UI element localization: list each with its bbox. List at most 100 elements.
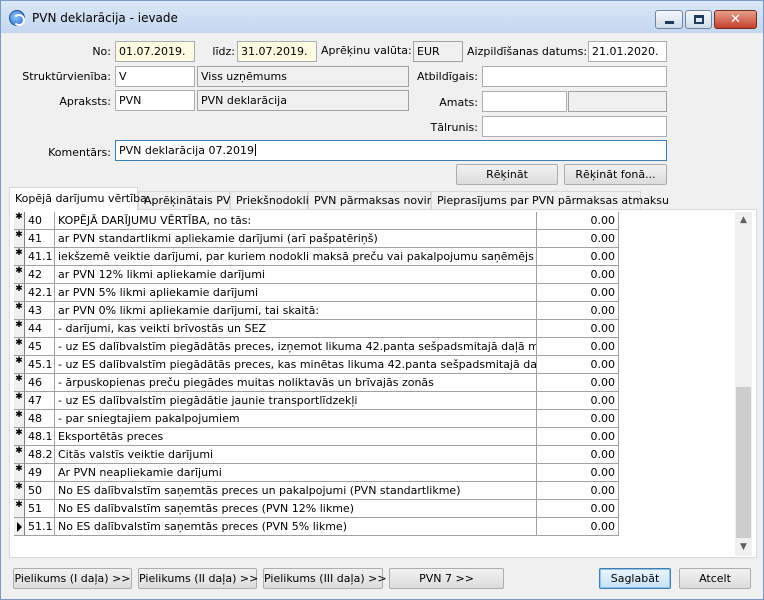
responsible-field[interactable] <box>482 66 667 87</box>
table-row[interactable]: ✱ 44- darījumi, kas veikti brīvostās un S… <box>14 320 620 338</box>
maximize-button[interactable] <box>685 10 712 29</box>
row-marker-icon[interactable]: ✱ <box>14 230 25 248</box>
row-marker-icon[interactable]: ✱ <box>14 320 25 338</box>
row-description-cell[interactable]: ar PVN 5% likmi apliekamie darījumi <box>55 284 537 302</box>
table-row[interactable]: ✱ 48.1 Eksportētās preces 0.00 <box>14 428 620 446</box>
row-marker-icon[interactable]: ✱ <box>14 392 25 410</box>
row-value-cell[interactable]: 0.00 <box>537 230 619 248</box>
close-button[interactable]: ✕ <box>714 10 757 29</box>
tab-refund-request[interactable]: Pieprasījums par PVN pārmaksas atmaksu <box>431 191 669 210</box>
row-marker-icon[interactable]: ✱ <box>14 428 25 446</box>
table-row[interactable]: ✱ 41 ar PVN standartlikmi apliekamie darīj… <box>14 230 620 248</box>
row-marker-icon[interactable]: ✱ <box>14 446 25 464</box>
table-row[interactable]: 51.1 No ES dalībvalstīm saņemtās preces (… <box>14 518 620 536</box>
row-value-cell[interactable]: 0.00 <box>537 500 619 518</box>
unit-code-field[interactable]: V <box>115 66 195 87</box>
row-description-cell[interactable]: No ES dalībvalstīm saņemtās preces un pa… <box>55 482 537 500</box>
table-row[interactable]: ✱ 41.1 iekšzemē veiktie darījumi, par kuri… <box>14 248 620 266</box>
table-row[interactable]: ✱ 45.1- uz ES dalībvalstīm piegādātās pre… <box>14 356 620 374</box>
table-row[interactable]: ✱ 48- par sniegtajiem pakalpojumiem 0.00 <box>14 410 620 428</box>
row-description-cell[interactable]: ar PVN 12% likmi apliekamie darījumi <box>55 266 537 284</box>
row-marker-icon[interactable]: ✱ <box>14 500 25 518</box>
row-code-cell[interactable]: 49 <box>25 464 55 482</box>
row-marker-icon[interactable]: ✱ <box>14 284 25 302</box>
table-row[interactable]: ✱ 50 No ES dalībvalstīm saņemtās preces un… <box>14 482 620 500</box>
row-value-cell[interactable]: 0.00 <box>537 266 619 284</box>
row-code-cell[interactable]: 46 <box>25 374 55 392</box>
fill-date-field[interactable]: 21.01.2020. <box>588 41 667 62</box>
table-row[interactable]: ✱ 46- ārpuskopienas preču piegādes muitas… <box>14 374 620 392</box>
row-description-cell[interactable]: iekšzemē veiktie darījumi, par kuriem no… <box>55 248 537 266</box>
minimize-button[interactable] <box>655 10 683 29</box>
tab-total-transactions[interactable]: Kopējā darījumu vērtība <box>9 187 147 211</box>
phone-field[interactable] <box>482 116 667 137</box>
row-description-cell[interactable]: - uz ES dalībvalstīm piegādātie jaunie t… <box>55 392 537 410</box>
table-row[interactable]: ✱ 40 KOPĒJĀ DARĪJUMU VĒRTĪBA, no tās: 0.00 <box>14 212 620 230</box>
appendix-part1-button[interactable]: Pielikums (I daļa) >> <box>13 568 132 589</box>
row-description-cell[interactable]: ar PVN 0% likmi apliekamie darījumi, tai… <box>55 302 537 320</box>
row-value-cell[interactable]: 0.00 <box>537 320 619 338</box>
cancel-button[interactable]: Atcelt <box>679 568 751 589</box>
row-value-cell[interactable]: 0.00 <box>537 446 619 464</box>
row-value-cell[interactable]: 0.00 <box>537 464 619 482</box>
row-value-cell[interactable]: 0.00 <box>537 338 619 356</box>
description-code-field[interactable]: PVN <box>115 90 195 111</box>
row-value-cell[interactable]: 0.00 <box>537 428 619 446</box>
to-date-field[interactable]: 31.07.2019. <box>237 41 317 62</box>
scroll-up-icon[interactable]: ▲ <box>735 212 752 229</box>
vertical-scrollbar[interactable]: ▲ ▼ <box>735 212 752 556</box>
row-code-cell[interactable]: 41 <box>25 230 55 248</box>
calculate-button[interactable]: Rēķināt <box>456 164 558 185</box>
row-marker-icon[interactable]: ✱ <box>14 356 25 374</box>
calculate-background-button[interactable]: Rēķināt fonā... <box>564 164 667 185</box>
row-description-cell[interactable]: No ES dalībvalstīm saņemtās preces (PVN … <box>55 518 537 536</box>
row-description-cell[interactable]: Eksportētās preces <box>55 428 537 446</box>
row-code-cell[interactable]: 48 <box>25 410 55 428</box>
row-marker-icon[interactable]: ✱ <box>14 464 25 482</box>
table-row[interactable]: ✱ 43 ar PVN 0% likmi apliekamie darījumi, … <box>14 302 620 320</box>
row-description-cell[interactable]: - uz ES dalībvalstīm piegādātās preces, … <box>55 356 537 374</box>
row-value-cell[interactable]: 0.00 <box>537 212 619 230</box>
table-row[interactable]: ✱ 42 ar PVN 12% likmi apliekamie darījumi 0… <box>14 266 620 284</box>
tab-input-tax[interactable]: Priekšnodoklis <box>230 191 315 210</box>
row-code-cell[interactable]: 51 <box>25 500 55 518</box>
title-bar[interactable]: PVN deklarācija - ievade ✕ <box>1 1 763 33</box>
scroll-down-icon[interactable]: ▼ <box>735 539 752 556</box>
row-code-cell[interactable]: 50 <box>25 482 55 500</box>
row-value-cell[interactable]: 0.00 <box>537 248 619 266</box>
row-description-cell[interactable]: Citās valstīs veiktie darījumi <box>55 446 537 464</box>
table-row[interactable]: ✱ 51 No ES dalībvalstīm saņemtās preces (P… <box>14 500 620 518</box>
row-value-cell[interactable]: 0.00 <box>537 482 619 500</box>
row-value-cell[interactable]: 0.00 <box>537 410 619 428</box>
row-value-cell[interactable]: 0.00 <box>537 392 619 410</box>
row-code-cell[interactable]: 45.1 <box>25 356 55 374</box>
row-selector[interactable] <box>14 518 25 536</box>
table-row[interactable]: ✱ 47- uz ES dalībvalstīm piegādātie jauni… <box>14 392 620 410</box>
row-code-cell[interactable]: 41.1 <box>25 248 55 266</box>
row-code-cell[interactable]: 42.1 <box>25 284 55 302</box>
row-value-cell[interactable]: 0.00 <box>537 356 619 374</box>
tab-calculated-vat[interactable]: Aprēķinātais PVN <box>138 191 239 210</box>
row-marker-icon[interactable]: ✱ <box>14 338 25 356</box>
row-description-cell[interactable]: - ārpuskopienas preču piegādes muitas no… <box>55 374 537 392</box>
row-description-cell[interactable]: - uz ES dalībvalstīm piegādātās preces, … <box>55 338 537 356</box>
table-row[interactable]: ✱ 49 Ar PVN neapliekamie darījumi 0.00 <box>14 464 620 482</box>
row-marker-icon[interactable]: ✱ <box>14 212 25 230</box>
row-code-cell[interactable]: 51.1 <box>25 518 55 536</box>
save-button[interactable]: Saglabāt <box>599 568 671 589</box>
appendix-part3-button[interactable]: Pielikums (III daļa) >> <box>263 568 387 589</box>
row-value-cell[interactable]: 0.00 <box>537 302 619 320</box>
row-code-cell[interactable]: 42 <box>25 266 55 284</box>
row-value-cell[interactable]: 0.00 <box>537 374 619 392</box>
appendix-part2-button[interactable]: Pielikums (II daļa) >> <box>138 568 258 589</box>
row-code-cell[interactable]: 45 <box>25 338 55 356</box>
scroll-thumb[interactable] <box>736 387 751 538</box>
row-code-cell[interactable]: 40 <box>25 212 55 230</box>
row-value-cell[interactable]: 0.00 <box>537 518 619 536</box>
vat-lines-grid[interactable]: ✱ 40 KOPĒJĀ DARĪJUMU VĒRTĪBA, no tās: 0.00 ✱… <box>14 212 732 556</box>
row-marker-icon[interactable]: ✱ <box>14 482 25 500</box>
row-code-cell[interactable]: 47 <box>25 392 55 410</box>
row-marker-icon[interactable]: ✱ <box>14 374 25 392</box>
row-description-cell[interactable]: - par sniegtajiem pakalpojumiem <box>55 410 537 428</box>
row-marker-icon[interactable]: ✱ <box>14 410 25 428</box>
